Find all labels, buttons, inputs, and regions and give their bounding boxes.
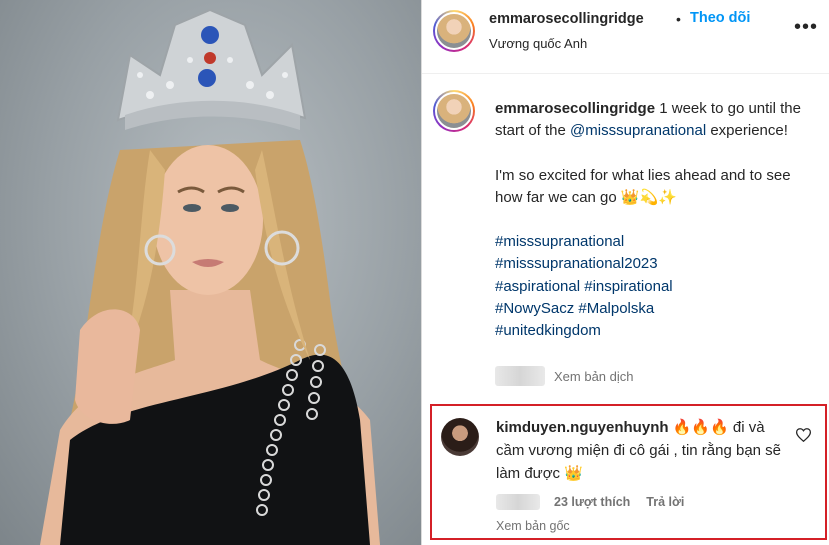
caption-paragraph-2: I'm so excited for what lies ahead and t…	[495, 166, 791, 206]
post-detail-panel: emmarosecollingridge • Theo dõi Vương qu…	[421, 0, 829, 545]
blurred-timestamp	[495, 366, 545, 386]
hashtag-line[interactable]: #aspirational #inspirational	[495, 276, 820, 298]
author-avatar[interactable]	[433, 10, 475, 52]
hashtag-line[interactable]: #misssupranational2023	[495, 253, 820, 275]
commenter-username[interactable]: kimduyen.nguyenhuynh	[496, 419, 669, 436]
separator-dot: •	[676, 11, 681, 27]
post-photo[interactable]	[0, 0, 421, 545]
author-username[interactable]: emmarosecollingridge	[489, 11, 644, 27]
hashtag-line[interactable]: #unitedkingdom	[495, 320, 820, 342]
caption-username[interactable]: emmarosecollingridge	[495, 100, 655, 117]
follow-button[interactable]: Theo dõi	[690, 10, 750, 26]
post-header: emmarosecollingridge • Theo dõi Vương qu…	[422, 0, 829, 74]
comment-body: kimduyen.nguyenhuynh 🔥🔥🔥 đi và cầm vương…	[496, 416, 786, 485]
crown-graphic	[116, 8, 307, 130]
highlighted-comment: kimduyen.nguyenhuynh 🔥🔥🔥 đi và cầm vương…	[430, 404, 827, 540]
see-original-button[interactable]: Xem bản gốc	[496, 519, 570, 533]
post-location[interactable]: Vương quốc Anh	[489, 36, 587, 51]
caption-author-avatar[interactable]	[433, 90, 475, 132]
more-options-icon[interactable]: •••	[794, 17, 818, 37]
caption-meta: Xem bản dịch	[495, 366, 634, 386]
hashtag-line[interactable]: #misssupranational	[495, 231, 820, 253]
portrait-illustration	[40, 8, 381, 545]
caption-mention[interactable]: @misssupranational	[570, 122, 706, 139]
blurred-timestamp	[496, 494, 540, 510]
hashtag-line[interactable]: #NowySacz #Malpolska	[495, 298, 820, 320]
like-heart-icon[interactable]	[795, 428, 812, 447]
reply-button[interactable]: Trả lời	[646, 495, 684, 509]
post-caption: emmarosecollingridge 1 week to go until …	[495, 98, 820, 343]
comment-meta: 23 lượt thích Trả lời	[496, 494, 684, 510]
caption-text-2: experience!	[706, 122, 788, 140]
comment-likes[interactable]: 23 lượt thích	[554, 495, 630, 509]
hashtag-list: #misssupranational #misssupranational202…	[495, 231, 820, 342]
see-translation-button[interactable]: Xem bản dịch	[554, 369, 634, 384]
commenter-avatar[interactable]	[441, 418, 479, 456]
